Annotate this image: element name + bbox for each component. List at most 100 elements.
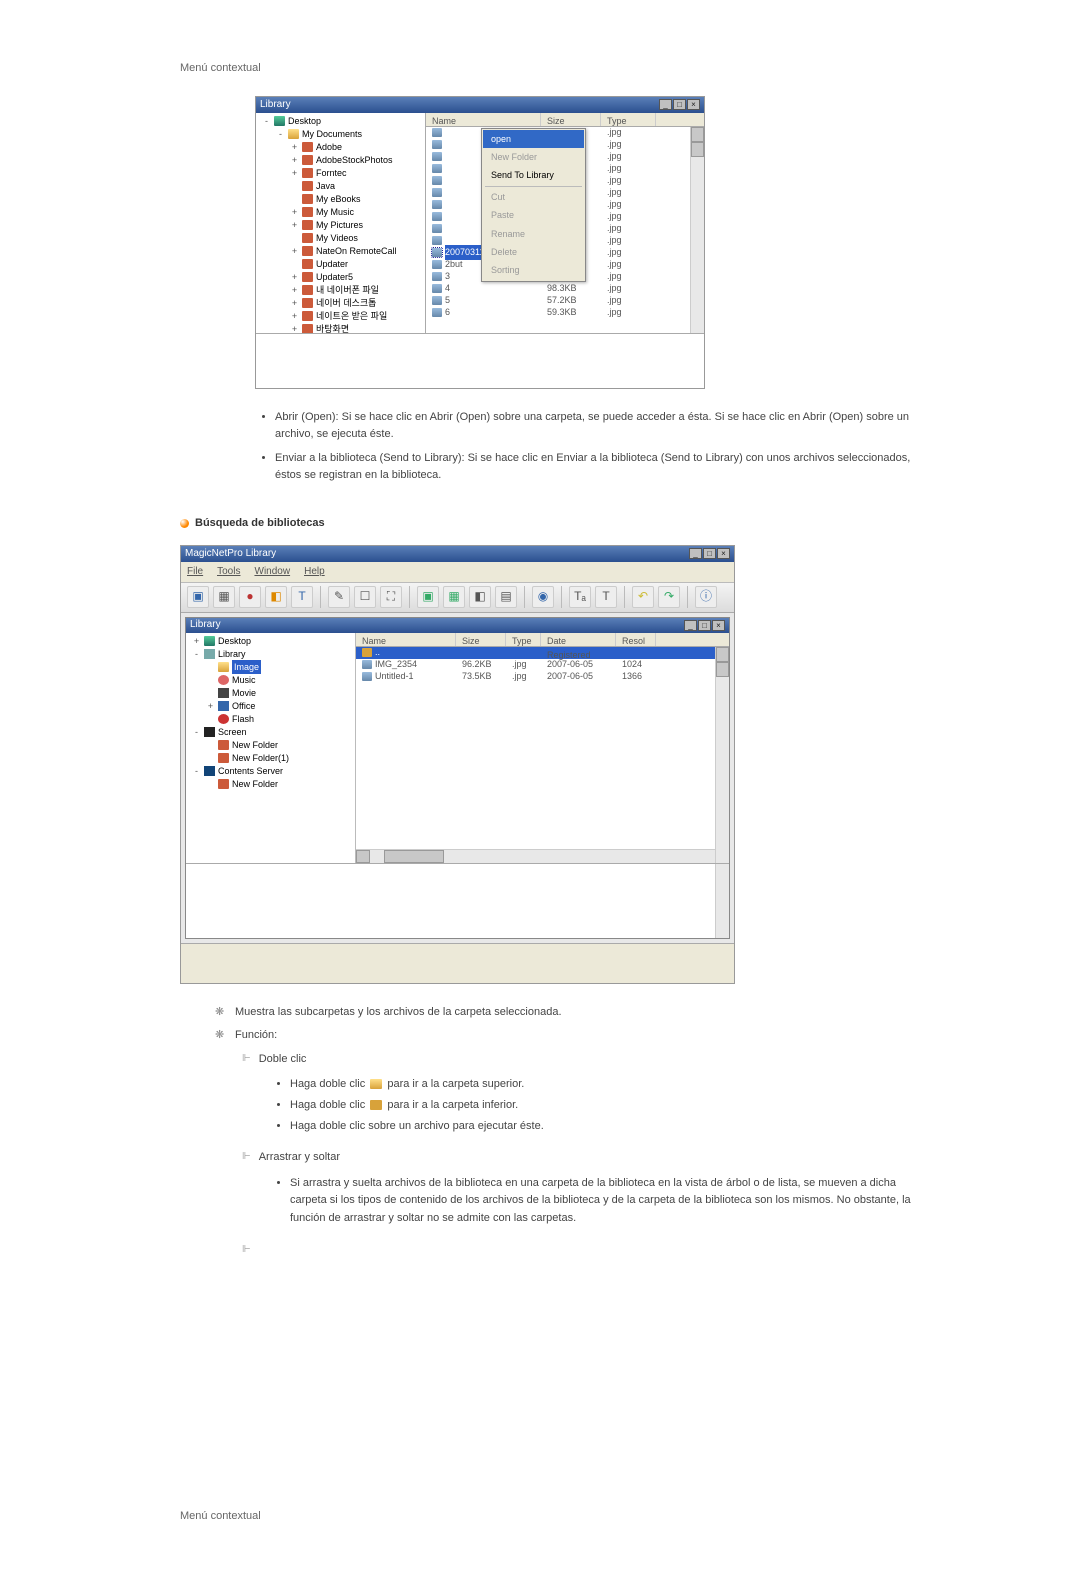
vertical-scrollbar[interactable] [715, 864, 729, 938]
tree-item[interactable]: New Folder [188, 739, 353, 752]
tree-item[interactable]: Updater [258, 258, 423, 271]
menu-bar[interactable]: File Tools Window Help [181, 562, 734, 583]
sub-item: ⊩ Doble clic [242, 1051, 920, 1069]
col-type-header[interactable]: Type [506, 633, 541, 646]
table-row[interactable]: 659.3KB.jpg [426, 307, 704, 319]
folder-icon [302, 246, 313, 256]
file-icon [432, 140, 442, 149]
folder-icon [302, 207, 313, 217]
library-tree[interactable]: +Desktop-Library Image Music Movie+Offic… [186, 633, 356, 863]
tool-icon[interactable]: ▣ [417, 586, 439, 608]
folder-tree[interactable]: -Desktop-My Documents+Adobe+AdobeStockPh… [256, 113, 426, 333]
tree-item[interactable]: Image [188, 661, 353, 674]
screenshot-library-search: MagicNetPro Library _ □ × FileToolsWindo… [180, 545, 735, 984]
menu-item[interactable]: Window [254, 564, 290, 580]
redo-icon[interactable]: ↷ [658, 586, 680, 608]
tree-item[interactable]: New Folder [188, 778, 353, 791]
close-icon[interactable]: × [687, 99, 700, 110]
tree-item[interactable]: -Screen [188, 726, 353, 739]
file-icon [432, 296, 442, 305]
tool-icon[interactable]: ☐ [354, 586, 376, 608]
tree-item[interactable]: -Contents Server [188, 765, 353, 778]
tree-item[interactable]: Flash [188, 713, 353, 726]
tree-item[interactable]: My eBooks [258, 193, 423, 206]
col-type-header[interactable]: Type [601, 113, 656, 126]
vertical-scrollbar[interactable] [690, 127, 704, 333]
sub-item: ⊩ [242, 1242, 920, 1258]
tree-item[interactable]: -My Documents [258, 128, 423, 141]
tree-item[interactable]: +Office [188, 700, 353, 713]
horizontal-scrollbar[interactable] [356, 849, 715, 863]
folder-icon [302, 272, 313, 282]
undo-icon[interactable]: ↶ [632, 586, 654, 608]
tool-icon[interactable]: ▦ [213, 586, 235, 608]
library-file-rows[interactable]: ..IMG_235496.2KB.jpg2007-06-051024Untitl… [356, 647, 729, 683]
context-menu[interactable]: openNew FolderSend To LibraryCutPasteRen… [481, 128, 586, 282]
help-icon[interactable]: ⓘ [695, 586, 717, 608]
context-menu-item[interactable]: open [483, 130, 584, 148]
tree-item[interactable]: +Forntec [258, 167, 423, 180]
menu-item[interactable]: Help [304, 564, 325, 580]
tree-item[interactable]: +네이트온 받은 파일 [258, 310, 423, 323]
window-titlebar: Library _ □ × [256, 97, 704, 113]
tree-item[interactable]: +Updater5 [258, 271, 423, 284]
doble-clic-bullets: Haga doble clic para ir a la carpeta sup… [290, 1076, 920, 1135]
tool-icon[interactable]: ▤ [495, 586, 517, 608]
tool-icon[interactable]: T [595, 586, 617, 608]
col-date-header[interactable]: Date Registered [541, 633, 616, 646]
table-row[interactable]: Untitled-173.5KB.jpg2007-06-051366 [356, 671, 729, 683]
tool-icon[interactable]: ▣ [187, 586, 209, 608]
file-icon [432, 164, 442, 173]
file-icon [432, 152, 442, 161]
window-title: Library [260, 97, 291, 113]
col-size-header[interactable]: Size [456, 633, 506, 646]
tree-item[interactable]: Java [258, 180, 423, 193]
tool-icon[interactable]: ▦ [443, 586, 465, 608]
tree-item[interactable]: +Desktop [188, 635, 353, 648]
tree-item[interactable]: My Videos [258, 232, 423, 245]
minimize-icon[interactable]: _ [684, 620, 697, 631]
tool-icon[interactable]: ● [239, 586, 261, 608]
tree-item[interactable]: -Desktop [258, 115, 423, 128]
tree-item[interactable]: Music [188, 674, 353, 687]
tree-item[interactable]: +Adobe [258, 141, 423, 154]
maximize-icon[interactable]: □ [703, 548, 716, 559]
tree-item[interactable]: -Library [188, 648, 353, 661]
status-area [181, 943, 734, 983]
tree-item[interactable]: +네이버 데스크톱 [258, 297, 423, 310]
close-icon[interactable]: × [712, 620, 725, 631]
folder-icon [370, 1100, 382, 1110]
context-menu-item[interactable]: Send To Library [483, 166, 584, 184]
tree-item[interactable]: Movie [188, 687, 353, 700]
tree-item[interactable]: +AdobeStockPhotos [258, 154, 423, 167]
tree-item[interactable]: +내 네이버폰 파일 [258, 284, 423, 297]
folder-icon [302, 168, 313, 178]
col-resol-header[interactable]: Resol [616, 633, 656, 646]
text-tool-icon[interactable]: T [291, 586, 313, 608]
folder-icon [218, 701, 229, 711]
tool-icon[interactable]: ◧ [265, 586, 287, 608]
minimize-icon[interactable]: _ [689, 548, 702, 559]
close-icon[interactable]: × [717, 548, 730, 559]
maximize-icon[interactable]: □ [673, 99, 686, 110]
tool-icon[interactable]: Tₐ [569, 586, 591, 608]
col-name-header[interactable]: Name [356, 633, 456, 646]
tree-item[interactable]: +바탕화면 [258, 323, 423, 333]
tool-icon[interactable]: ⛶ [380, 586, 402, 608]
tool-icon[interactable]: ◉ [532, 586, 554, 608]
tree-item[interactable]: +NateOn RemoteCall [258, 245, 423, 258]
function-sublist: ⊩ Doble clic [242, 1051, 920, 1069]
minimize-icon[interactable]: _ [659, 99, 672, 110]
tool-icon[interactable]: ◧ [469, 586, 491, 608]
maximize-icon[interactable]: □ [698, 620, 711, 631]
col-size-header[interactable]: Size [541, 113, 601, 126]
tree-item[interactable]: New Folder(1) [188, 752, 353, 765]
section-heading: Búsqueda de bibliotecas [180, 515, 920, 533]
col-name-header[interactable]: Name [426, 113, 541, 126]
tree-item[interactable]: +My Music [258, 206, 423, 219]
tree-item[interactable]: +My Pictures [258, 219, 423, 232]
vertical-scrollbar[interactable] [715, 647, 729, 863]
tool-icon[interactable]: ✎ [328, 586, 350, 608]
menu-item[interactable]: File [187, 564, 203, 580]
menu-item[interactable]: Tools [217, 564, 240, 580]
